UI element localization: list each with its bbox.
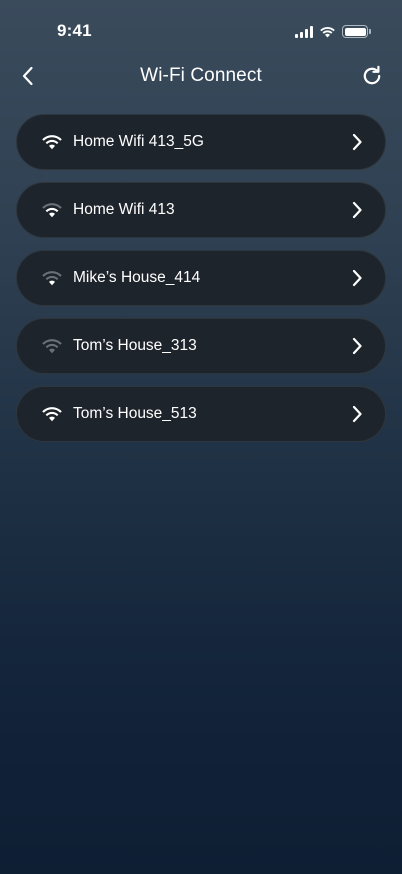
network-name: Tom’s House_513 — [73, 405, 197, 422]
status-bar: 9:41 — [0, 0, 402, 62]
network-item[interactable]: Tom’s House_313 — [16, 318, 386, 374]
network-item[interactable]: Home Wifi 413 — [16, 182, 386, 238]
battery-fill — [344, 27, 366, 36]
network-name: Mike’s House_414 — [73, 269, 201, 286]
wifi-signal-icon — [40, 201, 64, 219]
network-item[interactable]: Home Wifi 413_5G — [16, 114, 386, 170]
network-list: Home Wifi 413_5G Home Wifi 413 Mike’s Ho… — [16, 114, 386, 454]
status-time: 9:41 — [57, 21, 92, 40]
chevron-right-icon — [349, 132, 365, 152]
wifi-status-icon — [320, 26, 335, 37]
status-icons — [295, 25, 371, 38]
refresh-button[interactable] — [358, 62, 386, 90]
battery-icon — [342, 25, 371, 38]
wifi-signal-icon — [40, 133, 64, 151]
refresh-icon — [363, 65, 381, 85]
wifi-signal-icon — [40, 337, 64, 355]
network-name: Home Wifi 413 — [73, 201, 175, 218]
wifi-signal-icon — [40, 405, 64, 423]
nav-bar: Wi-Fi Connect — [0, 56, 402, 96]
page-title: Wi-Fi Connect — [140, 65, 262, 86]
network-name: Tom’s House_313 — [73, 337, 197, 354]
network-item[interactable]: Tom’s House_513 — [16, 386, 386, 442]
chevron-right-icon — [349, 404, 365, 424]
chevron-right-icon — [349, 336, 365, 356]
chevron-right-icon — [349, 200, 365, 220]
chevron-right-icon — [349, 268, 365, 288]
cellular-signal-icon — [295, 25, 313, 38]
wifi-signal-icon — [40, 269, 64, 287]
network-name: Home Wifi 413_5G — [73, 133, 204, 150]
network-item[interactable]: Mike’s House_414 — [16, 250, 386, 306]
